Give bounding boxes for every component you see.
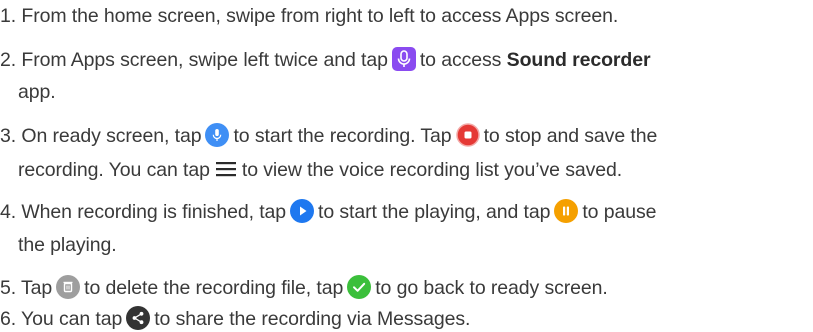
microphone-app-icon bbox=[391, 47, 416, 71]
step-3-text-a: 3. On ready screen, tap bbox=[0, 125, 202, 147]
stop-record-icon bbox=[455, 123, 480, 147]
step-3-continued: recording. You can tap to view the voice… bbox=[18, 157, 622, 182]
step-2: 2. From Apps screen, swipe left twice an… bbox=[0, 47, 651, 72]
step-1: 1. From the home screen, swipe from righ… bbox=[0, 4, 618, 28]
checkmark-icon bbox=[347, 275, 372, 299]
delete-icon bbox=[56, 275, 81, 299]
step-6: 6. You can tap to share the recording vi… bbox=[0, 306, 470, 331]
step-2-continued: app. bbox=[18, 80, 56, 104]
step-5-text-b: to delete the recording file, tap bbox=[84, 277, 344, 299]
step-3-text-b: to start the recording. Tap bbox=[233, 125, 452, 147]
pause-icon bbox=[554, 199, 579, 223]
step-5-text-c: to go back to ready screen. bbox=[375, 277, 608, 299]
step-2-text-b: to access bbox=[419, 49, 502, 71]
step-6-text-a: 6. You can tap bbox=[0, 308, 123, 330]
step-3-text-c: to stop and save the bbox=[483, 125, 658, 147]
step-1-text: 1. From the home screen, swipe from righ… bbox=[0, 5, 619, 27]
step-5-text-a: 5. Tap bbox=[0, 277, 53, 299]
step-4-text-c: to pause bbox=[582, 201, 657, 223]
play-icon bbox=[290, 199, 315, 223]
step-4-text-d: the playing. bbox=[18, 234, 117, 256]
step-4-text-b: to start the playing, and tap bbox=[318, 201, 551, 223]
step-2-text-c: app. bbox=[18, 81, 56, 103]
step-2-text-a: 2. From Apps screen, swipe left twice an… bbox=[0, 49, 388, 71]
step-3-text-d: recording. You can tap bbox=[18, 159, 210, 181]
list-menu-icon bbox=[214, 157, 238, 181]
step-5: 5. Tap to delete the recording file, tap… bbox=[0, 275, 608, 300]
sound-recorder-app-name: Sound recorder bbox=[506, 49, 651, 71]
share-icon bbox=[126, 306, 151, 330]
step-4-text-a: 4. When recording is finished, tap bbox=[0, 201, 287, 223]
instructions-document: 1. From the home screen, swipe from righ… bbox=[0, 0, 813, 332]
microphone-record-icon bbox=[205, 123, 230, 147]
step-4: 4. When recording is finished, tap to st… bbox=[0, 199, 656, 224]
step-3: 3. On ready screen, tap to start the rec… bbox=[0, 123, 657, 148]
step-6-text-b: to share the recording via Messages. bbox=[154, 308, 471, 330]
step-4-continued: the playing. bbox=[18, 233, 117, 257]
step-3-text-e: to view the voice recording list you’ve … bbox=[241, 159, 623, 181]
